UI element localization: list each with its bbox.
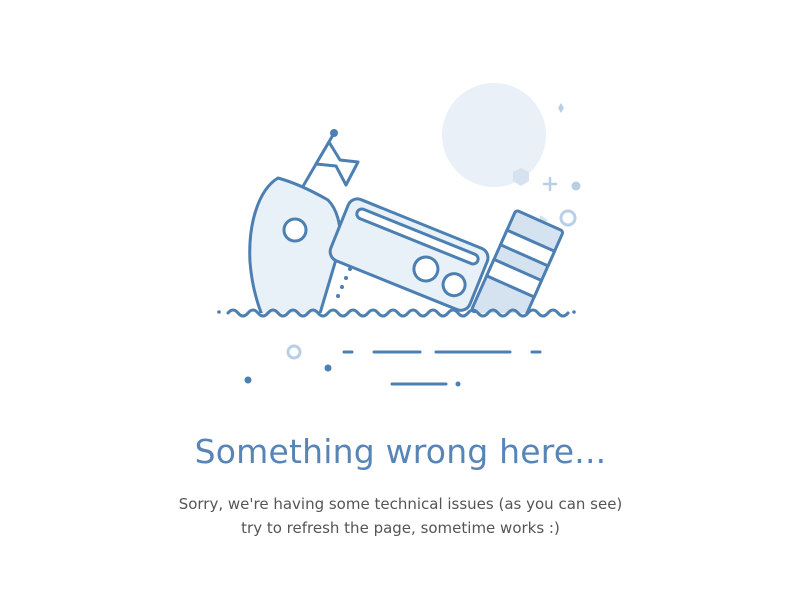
bow-porthole	[282, 217, 308, 243]
bubble-icon	[286, 344, 302, 360]
error-message-line-2: try to refresh the page, sometime works …	[241, 519, 560, 537]
sinking-ship-icon	[217, 83, 581, 387]
error-message-line-1: Sorry, we're having some technical issue…	[178, 495, 623, 513]
error-title: Something wrong here...	[194, 432, 607, 471]
error-message: Sorry, we're having some technical issue…	[0, 492, 801, 540]
sun-circle	[442, 83, 546, 187]
error-page: Something wrong here... Sorry, we're hav…	[0, 0, 801, 600]
dot-icon	[571, 181, 581, 191]
plus-icon	[542, 176, 558, 192]
water-dashes	[342, 350, 542, 386]
flag-icon	[314, 140, 360, 187]
ring-icon	[559, 209, 577, 227]
hull-rivets	[336, 267, 352, 298]
ship-bow	[248, 176, 342, 313]
sparkle-icon	[558, 103, 564, 113]
flag-pole-top	[330, 129, 338, 137]
